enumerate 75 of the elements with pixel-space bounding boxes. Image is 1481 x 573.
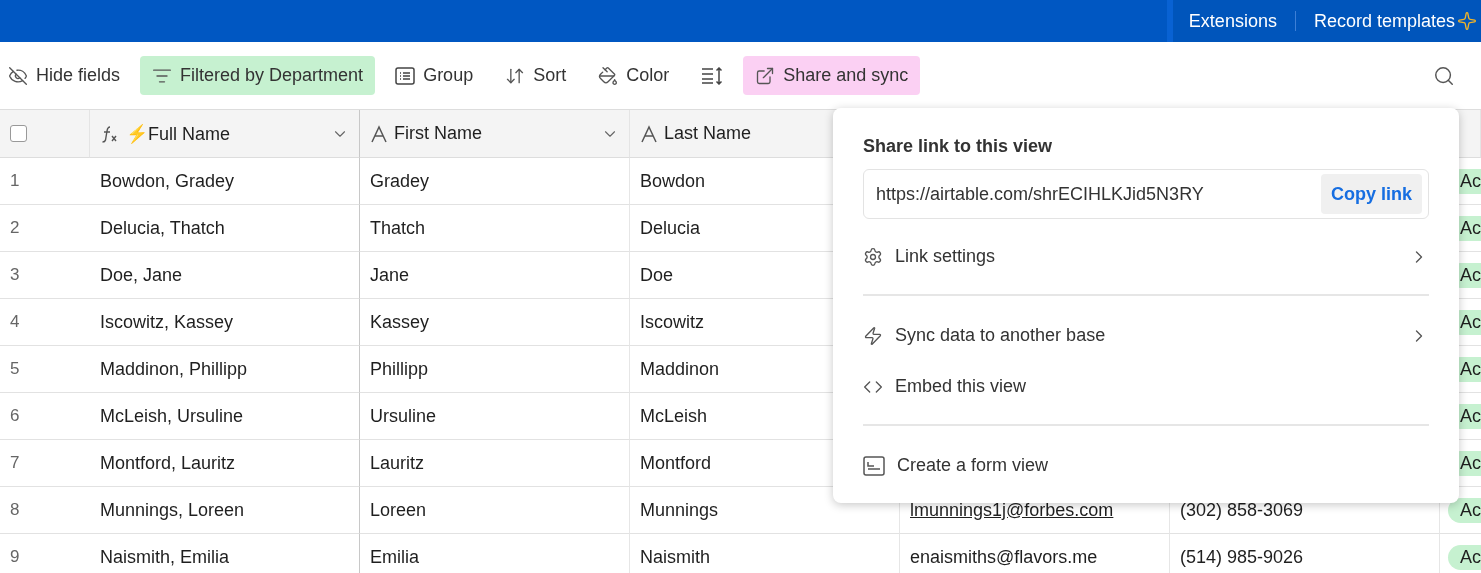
status-tag: Ac (1448, 544, 1481, 570)
row-number: 7 (10, 453, 20, 473)
list-icon (395, 66, 416, 85)
hidden-eye-icon (8, 65, 28, 86)
paint-bucket-icon (598, 65, 619, 86)
table-cell: Bowdon, Gradey (100, 170, 235, 192)
table-cell: (514) 985-9026 (1180, 546, 1304, 568)
row-number: 6 (10, 406, 20, 426)
status-tag: Ac (1448, 497, 1481, 523)
menu-item[interactable]: Create a form view (863, 440, 1429, 491)
row-height-icon[interactable] (701, 66, 724, 85)
lightning-icon (863, 325, 883, 346)
text-field-icon (640, 124, 658, 143)
link-field[interactable]: https://airtable.com/shrECIHLKJid5N3RY Copy link (863, 169, 1429, 219)
toolbar-button[interactable]: Filtered by Department (140, 56, 376, 95)
table-cell: Bowdon (640, 170, 706, 192)
form-icon (863, 455, 885, 476)
toolbar-button[interactable]: Hide fields (8, 56, 133, 95)
row-number: 4 (10, 312, 20, 332)
table-cell: Naismith, Emilia (100, 546, 230, 568)
table-cell: Maddinon, Phillipp (100, 358, 248, 380)
email-link[interactable]: enaismiths@flavors.me (910, 546, 1098, 568)
table-cell: Gradey (370, 170, 430, 192)
table-cell: Jane (370, 264, 410, 286)
toolbar-button[interactable]: Sort (493, 56, 579, 95)
table-cell: Doe, Jane (100, 264, 183, 286)
menu-item[interactable]: Embed this view (863, 361, 1429, 412)
toolbar-button[interactable]: Color (586, 56, 682, 95)
column-title: Last Name (664, 123, 753, 144)
email-link[interactable]: lmunnings1j@forbes.com (910, 499, 1114, 521)
menu-item[interactable]: Link settings (863, 219, 1429, 294)
toolbar-button[interactable]: Share and sync (743, 56, 921, 95)
row-number: 1 (10, 171, 20, 191)
menu-item[interactable]: Sync data to another base (863, 310, 1429, 361)
column-title: First Name (394, 123, 483, 144)
search-icon[interactable] (1433, 64, 1455, 87)
table-cell: McLeish, Ursuline (100, 405, 244, 427)
table-cell: Delucia (640, 217, 701, 239)
table-cell: Maddinon (640, 358, 720, 380)
copy-link-button[interactable]: Copy link (1321, 174, 1422, 214)
table-cell: Montford (640, 452, 712, 474)
table-cell: Ursuline (370, 405, 437, 427)
table-cell: Thatch (370, 217, 426, 239)
row-number: 5 (10, 359, 20, 379)
column-header[interactable]: First Name (360, 110, 630, 158)
table-cell: Naismith (640, 546, 710, 568)
table-cell: Lauritz (370, 452, 425, 474)
table-cell: Doe (640, 264, 674, 286)
row-number: 9 (10, 547, 20, 567)
table-cell: Munnings, Loreen (100, 499, 245, 521)
column-header[interactable]: ⚡Full Name (90, 110, 360, 158)
toolbar-button[interactable]: Group (383, 56, 486, 95)
column-title: ⚡Full Name (126, 122, 232, 145)
table-cell: Iscowitz (640, 311, 704, 333)
table-cell: Loreen (370, 499, 427, 521)
table-cell: Munnings (640, 499, 719, 521)
sparkle-icon (1457, 11, 1477, 31)
settings-icon (863, 246, 883, 267)
table-cell: McLeish (640, 405, 708, 427)
table-cell: Kassey (370, 311, 430, 333)
table-cell: Delucia, Thatch (100, 217, 225, 239)
top-bar-link[interactable]: Record templates (1313, 10, 1477, 32)
row-number: 3 (10, 265, 20, 285)
table-cell: (302) 858-3069 (1180, 499, 1304, 521)
top-bar-link[interactable]: Extensions (1188, 10, 1277, 32)
checkbox[interactable] (10, 125, 27, 142)
row-number: 2 (10, 218, 20, 238)
table-cell: Iscowitz, Kassey (100, 311, 234, 333)
table-cell: Phillipp (370, 358, 429, 380)
table-cell: Montford, Lauritz (100, 452, 236, 474)
row-number: 8 (10, 500, 20, 520)
share-url: https://airtable.com/shrECIHLKJid5N3RY (876, 183, 1204, 205)
external-link-icon (755, 65, 776, 86)
text-field-icon (370, 124, 388, 143)
table-cell: Emilia (370, 546, 419, 568)
